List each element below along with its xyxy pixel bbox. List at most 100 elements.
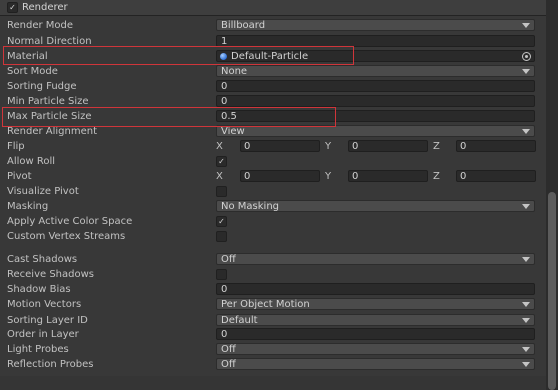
chevron-down-icon <box>522 302 530 307</box>
chevron-down-icon <box>522 362 530 367</box>
light-probes-value: Off <box>221 344 236 355</box>
renderer-module-title: Renderer <box>22 2 68 13</box>
masking-row: Masking No Masking <box>0 199 546 214</box>
order-in-layer-field[interactable]: 0 <box>216 328 535 340</box>
custom-vertex-streams-label: Custom Vertex Streams <box>7 231 126 242</box>
sort-mode-value: None <box>221 66 248 77</box>
sorting-layer-id-value: Default <box>221 315 258 326</box>
render-mode-label: Render Mode <box>7 20 74 31</box>
material-sphere-icon <box>220 53 227 60</box>
receive-shadows-label: Receive Shadows <box>7 269 94 280</box>
sorting-layer-id-row: Sorting Layer ID Default <box>0 313 546 328</box>
flip-z-label: Z <box>433 141 440 152</box>
chevron-down-icon <box>522 69 530 74</box>
chevron-down-icon <box>522 23 530 28</box>
chevron-down-icon <box>522 257 530 262</box>
custom-vertex-streams-row: Custom Vertex Streams <box>0 229 546 244</box>
pivot-y-field[interactable]: 0 <box>348 170 428 182</box>
masking-dropdown[interactable]: No Masking <box>216 200 535 212</box>
min-particle-size-field[interactable]: 0 <box>216 95 535 107</box>
sort-mode-dropdown[interactable]: None <box>216 65 535 77</box>
flip-y-label: Y <box>325 141 332 152</box>
shadow-bias-label: Shadow Bias <box>7 284 71 295</box>
flip-y-field[interactable]: 0 <box>348 140 428 152</box>
render-alignment-value: View <box>221 126 245 137</box>
reflection-probes-dropdown[interactable]: Off <box>216 358 535 370</box>
shadow-bias-value: 0 <box>221 284 228 295</box>
motion-vectors-row: Motion Vectors Per Object Motion <box>0 297 546 312</box>
cast-shadows-label: Cast Shadows <box>7 254 78 265</box>
max-particle-size-field[interactable]: 0.5 <box>216 110 535 122</box>
visualize-pivot-label: Visualize Pivot <box>7 186 79 197</box>
min-particle-size-label: Min Particle Size <box>7 96 89 107</box>
reflection-probes-row: Reflection Probes Off <box>0 357 546 372</box>
pivot-row: Pivot X 0 Y 0 Z 0 <box>0 169 546 184</box>
max-particle-size-label: Max Particle Size <box>7 111 92 122</box>
flip-x-label: X <box>216 141 223 152</box>
visualize-pivot-checkbox[interactable] <box>216 186 227 197</box>
max-particle-size-row: Max Particle Size 0.5 <box>0 109 546 124</box>
motion-vectors-dropdown[interactable]: Per Object Motion <box>216 298 535 310</box>
receive-shadows-checkbox[interactable] <box>216 269 227 280</box>
sort-mode-row: Sort Mode None <box>0 64 546 79</box>
normal-direction-field[interactable]: 1 <box>216 35 535 47</box>
material-object-field[interactable]: Default-Particle <box>216 50 535 62</box>
masking-label: Masking <box>7 201 49 212</box>
render-mode-value: Billboard <box>221 20 266 31</box>
cast-shadows-dropdown[interactable]: Off <box>216 253 535 265</box>
masking-value: No Masking <box>221 201 279 212</box>
pivot-z-field[interactable]: 0 <box>456 170 536 182</box>
allow-roll-checkbox[interactable]: ✓ <box>216 156 227 167</box>
cast-shadows-value: Off <box>221 254 236 265</box>
scrollbar-thumb[interactable] <box>548 192 556 390</box>
flip-row: Flip X 0 Y 0 Z 0 <box>0 139 546 154</box>
order-in-layer-value: 0 <box>221 329 228 340</box>
chevron-down-icon <box>522 204 530 209</box>
object-picker-icon[interactable] <box>522 52 531 61</box>
chevron-down-icon <box>522 318 530 323</box>
material-value: Default-Particle <box>231 51 309 62</box>
pivot-x-label: X <box>216 171 223 182</box>
flip-x-field[interactable]: 0 <box>240 140 320 152</box>
sorting-fudge-value: 0 <box>221 81 228 92</box>
pivot-z-value: 0 <box>460 171 467 182</box>
pivot-x-field[interactable]: 0 <box>240 170 320 182</box>
material-row: Material Default-Particle <box>0 49 546 64</box>
apply-active-color-space-label: Apply Active Color Space <box>7 216 133 227</box>
min-particle-size-row: Min Particle Size 0 <box>0 94 546 109</box>
max-particle-size-value: 0.5 <box>221 111 237 122</box>
sorting-fudge-field[interactable]: 0 <box>216 80 535 92</box>
pivot-x-value: 0 <box>244 171 251 182</box>
custom-vertex-streams-checkbox[interactable] <box>216 231 227 242</box>
order-in-layer-label: Order in Layer <box>7 329 79 340</box>
allow-roll-row: Allow Roll ✓ <box>0 154 546 169</box>
flip-y-value: 0 <box>352 141 359 152</box>
order-in-layer-row: Order in Layer 0 <box>0 327 546 342</box>
allow-roll-label: Allow Roll <box>7 156 56 167</box>
light-probes-dropdown[interactable]: Off <box>216 343 535 355</box>
render-mode-dropdown[interactable]: Billboard <box>216 19 535 31</box>
motion-vectors-label: Motion Vectors <box>7 299 82 310</box>
flip-z-value: 0 <box>460 141 467 152</box>
renderer-module-header[interactable]: ✓ Renderer <box>0 0 546 16</box>
bottom-panel-edge <box>0 376 546 390</box>
pivot-y-label: Y <box>325 171 332 182</box>
shadow-bias-field[interactable]: 0 <box>216 283 535 295</box>
receive-shadows-row: Receive Shadows <box>0 267 546 282</box>
min-particle-size-value: 0 <box>221 96 228 107</box>
render-alignment-row: Render Alignment View <box>0 124 546 139</box>
sort-mode-label: Sort Mode <box>7 66 58 77</box>
render-alignment-dropdown[interactable]: View <box>216 125 535 137</box>
light-probes-row: Light Probes Off <box>0 342 546 357</box>
apply-active-color-space-row: Apply Active Color Space ✓ <box>0 214 546 229</box>
sorting-layer-id-dropdown[interactable]: Default <box>216 314 535 326</box>
flip-z-field[interactable]: 0 <box>456 140 536 152</box>
normal-direction-row: Normal Direction 1 <box>0 34 546 49</box>
apply-active-color-space-checkbox[interactable]: ✓ <box>216 216 227 227</box>
renderer-enabled-checkbox[interactable]: ✓ <box>7 2 18 13</box>
flip-x-value: 0 <box>244 141 251 152</box>
sorting-fudge-label: Sorting Fudge <box>7 81 77 92</box>
motion-vectors-value: Per Object Motion <box>221 299 310 310</box>
chevron-down-icon <box>522 347 530 352</box>
sorting-layer-id-label: Sorting Layer ID <box>7 315 88 326</box>
